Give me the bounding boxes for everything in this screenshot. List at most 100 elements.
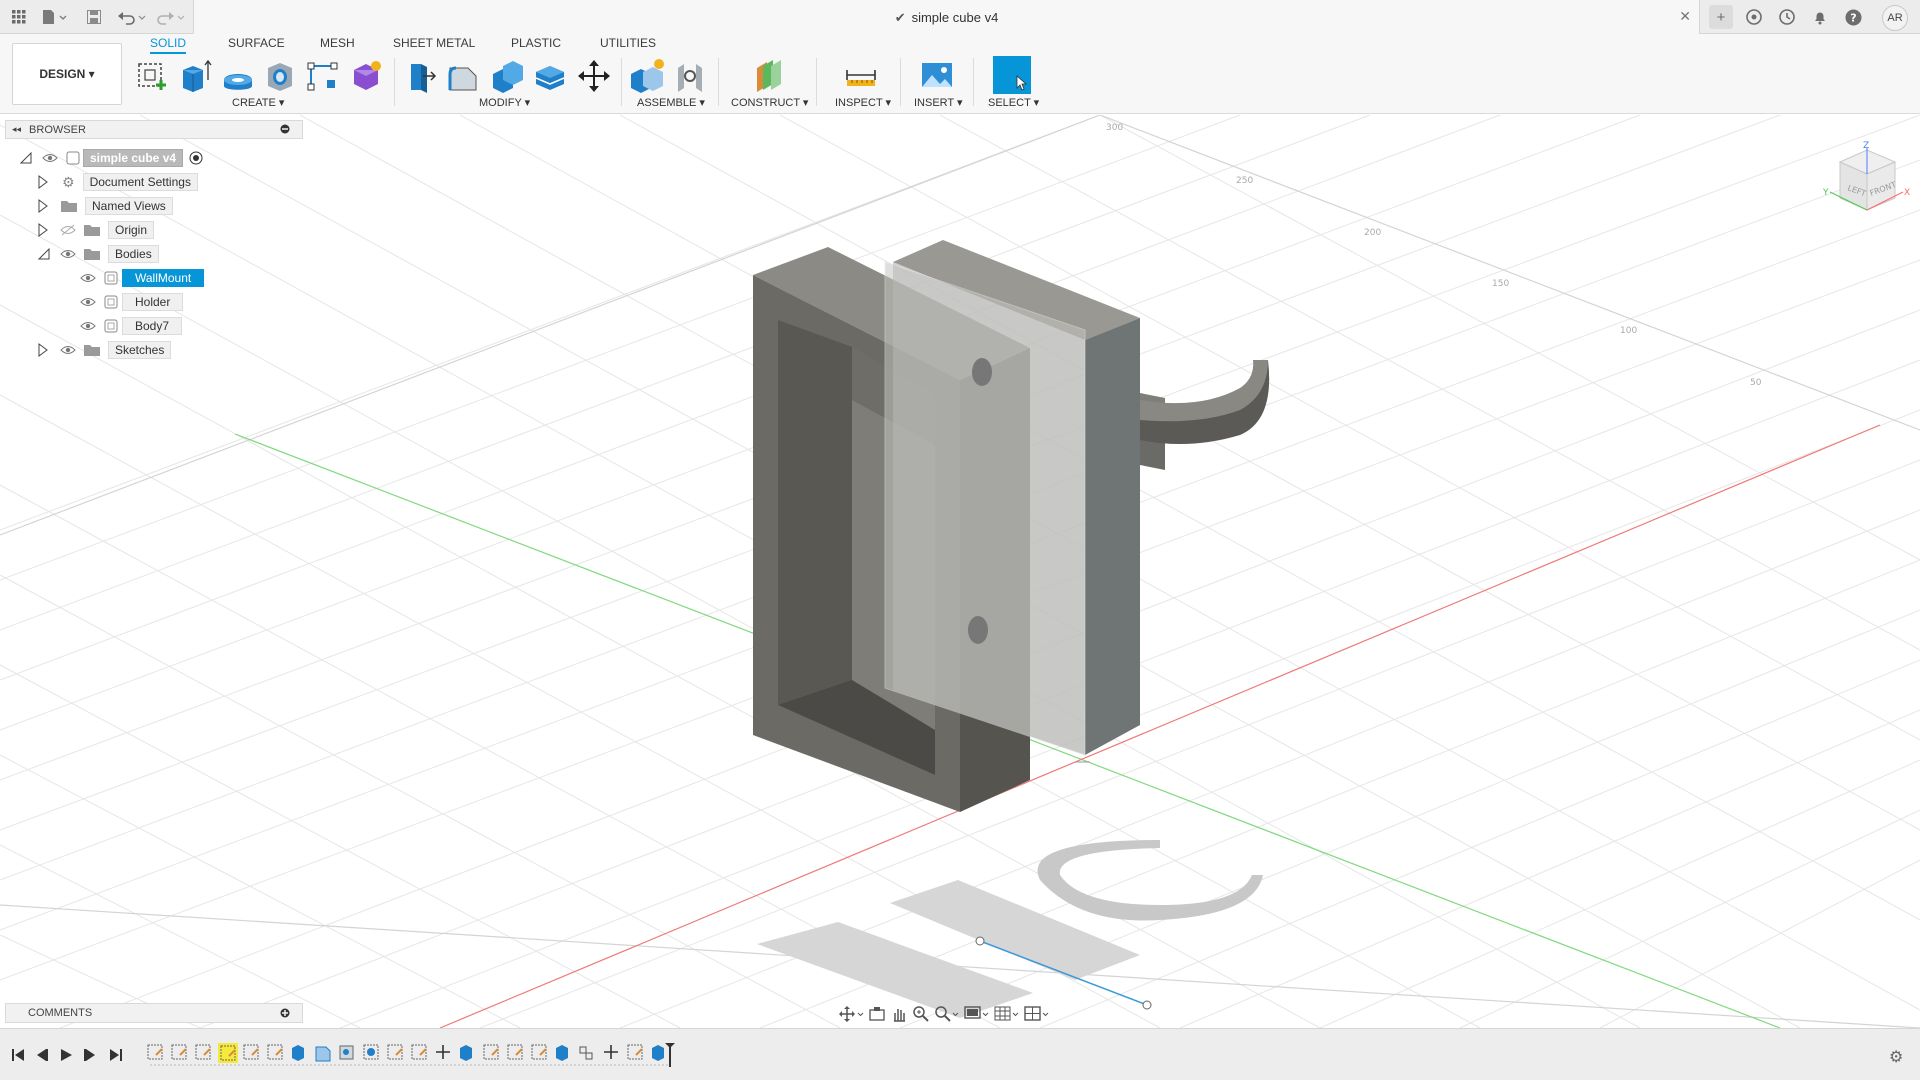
tab-solid[interactable]: SOLID bbox=[150, 34, 187, 54]
shell-icon[interactable] bbox=[532, 58, 568, 94]
go-to-end-icon[interactable] bbox=[108, 1047, 124, 1063]
timeline-settings-gear-icon[interactable]: ⚙ bbox=[1889, 1047, 1903, 1067]
tab-utilities[interactable]: UTILITIES bbox=[600, 34, 656, 54]
measure-icon[interactable] bbox=[843, 58, 879, 94]
collapsed-triangle-icon[interactable] bbox=[38, 343, 48, 357]
add-comment-icon[interactable] bbox=[280, 1008, 290, 1021]
select-tool-icon[interactable] bbox=[993, 56, 1031, 94]
step-forward-icon[interactable] bbox=[82, 1047, 98, 1063]
go-to-start-icon[interactable] bbox=[10, 1047, 26, 1063]
zoom-icon[interactable] bbox=[912, 1005, 930, 1023]
eye-icon[interactable] bbox=[80, 272, 96, 284]
tree-item-wallmount[interactable]: WallMount bbox=[80, 268, 205, 288]
tree-item-bodies[interactable]: Bodies bbox=[38, 244, 159, 264]
extrude-icon[interactable] bbox=[177, 58, 213, 94]
step-back-icon[interactable] bbox=[34, 1047, 50, 1063]
collapse-panel-icon[interactable]: ◂◂ bbox=[12, 124, 21, 135]
create-sketch-icon[interactable] bbox=[135, 58, 171, 94]
eye-icon[interactable] bbox=[60, 344, 76, 356]
transparent-plate[interactable] bbox=[884, 261, 1086, 756]
revolve-icon[interactable] bbox=[220, 58, 256, 94]
sketch-point[interactable] bbox=[1142, 1000, 1152, 1010]
new-tab-icon[interactable]: + bbox=[1709, 5, 1733, 29]
expanded-triangle-icon[interactable] bbox=[38, 248, 50, 260]
create-form-icon[interactable] bbox=[348, 58, 384, 94]
combine-icon[interactable] bbox=[489, 58, 525, 94]
panel-options-icon[interactable] bbox=[280, 124, 290, 137]
viewports-icon[interactable] bbox=[1024, 1005, 1050, 1023]
tree-item-named-views[interactable]: Named Views bbox=[38, 196, 173, 216]
file-menu-icon[interactable] bbox=[40, 5, 70, 29]
timeline-marker-handle[interactable] bbox=[665, 1043, 675, 1048]
tree-item-holder[interactable]: Holder bbox=[80, 292, 184, 312]
timeline-features[interactable] bbox=[146, 1043, 676, 1067]
extensions-icon[interactable] bbox=[1742, 5, 1766, 29]
rectangular-pattern-icon[interactable] bbox=[305, 58, 341, 94]
pan-hand-icon[interactable] bbox=[890, 1005, 908, 1023]
group-select-label[interactable]: SELECT ▾ bbox=[988, 96, 1039, 109]
undo-icon[interactable] bbox=[116, 5, 148, 29]
help-icon[interactable]: ? bbox=[1841, 5, 1865, 29]
user-avatar[interactable]: AR bbox=[1882, 5, 1908, 31]
eye-icon[interactable] bbox=[42, 152, 58, 164]
comments-panel[interactable]: COMMENTS bbox=[5, 1003, 303, 1023]
viewcube[interactable]: LEFT FRONT Z X Y bbox=[1805, 140, 1915, 240]
notifications-bell-icon[interactable] bbox=[1808, 5, 1832, 29]
collapsed-triangle-icon[interactable] bbox=[38, 175, 48, 189]
eye-icon[interactable] bbox=[60, 248, 76, 260]
joint-icon[interactable] bbox=[672, 58, 708, 94]
axis-labels: 300 250 200 150 100 50 bbox=[1106, 123, 1762, 388]
fillet-icon[interactable] bbox=[446, 58, 482, 94]
tree-item-document-settings[interactable]: ⚙ Document Settings bbox=[38, 172, 198, 192]
save-icon[interactable] bbox=[84, 5, 104, 29]
group-construct-label[interactable]: CONSTRUCT ▾ bbox=[731, 96, 808, 109]
move-copy-icon[interactable] bbox=[576, 58, 612, 94]
sketch-point[interactable] bbox=[975, 936, 985, 946]
hole-icon[interactable] bbox=[262, 58, 298, 94]
close-tab-icon[interactable]: ✕ bbox=[1679, 8, 1691, 25]
browser-header[interactable]: ◂◂ BROWSER bbox=[5, 120, 303, 139]
group-assemble-label[interactable]: ASSEMBLE ▾ bbox=[637, 96, 705, 109]
grid-settings-icon[interactable] bbox=[994, 1005, 1020, 1023]
eye-icon[interactable] bbox=[80, 320, 96, 332]
tab-mesh[interactable]: MESH bbox=[320, 34, 355, 54]
eye-icon[interactable] bbox=[80, 296, 96, 308]
3d-scene[interactable]: 300 250 200 150 100 50 bbox=[0, 115, 1920, 1028]
group-inspect-label[interactable]: INSPECT ▾ bbox=[835, 96, 891, 109]
document-icon bbox=[66, 151, 80, 165]
fit-zoom-icon[interactable] bbox=[934, 1005, 960, 1023]
play-icon[interactable] bbox=[58, 1047, 74, 1063]
tree-item-body7[interactable]: Body7 bbox=[80, 316, 183, 336]
group-insert-label[interactable]: INSERT ▾ bbox=[914, 96, 963, 109]
tree-root[interactable]: simple cube v4 bbox=[20, 148, 203, 168]
app-grid-icon[interactable] bbox=[8, 5, 30, 29]
redo-icon[interactable] bbox=[154, 5, 186, 29]
collapsed-triangle-icon[interactable] bbox=[38, 223, 48, 237]
expanded-triangle-icon[interactable] bbox=[20, 152, 32, 164]
press-pull-icon[interactable] bbox=[403, 58, 439, 94]
group-create-label[interactable]: CREATE ▾ bbox=[232, 96, 284, 109]
timeline-sketch-feature-icons[interactable] bbox=[147, 1043, 664, 1063]
display-settings-icon[interactable] bbox=[964, 1005, 990, 1023]
navigation-bar bbox=[838, 1002, 1078, 1026]
new-component-icon[interactable] bbox=[629, 58, 665, 94]
group-modify-label[interactable]: MODIFY ▾ bbox=[479, 96, 530, 109]
3d-viewport[interactable]: 300 250 200 150 100 50 LEFT FRONT Z X Y bbox=[0, 115, 1920, 1028]
collapsed-triangle-icon[interactable] bbox=[38, 199, 48, 213]
eye-hidden-icon[interactable] bbox=[60, 224, 76, 236]
tree-item-origin[interactable]: Origin bbox=[38, 220, 155, 240]
body7-hook[interactable] bbox=[1140, 360, 1270, 470]
tab-plastic[interactable]: PLASTIC bbox=[511, 34, 561, 54]
insert-image-icon[interactable] bbox=[919, 58, 955, 94]
look-at-icon[interactable] bbox=[868, 1005, 886, 1023]
tree-root-label[interactable]: simple cube v4 bbox=[83, 149, 184, 167]
offset-plane-icon[interactable] bbox=[751, 58, 787, 94]
activate-component-icon[interactable] bbox=[189, 151, 203, 165]
document-tab[interactable]: ✔ simple cube v4 ✕ bbox=[193, 0, 1700, 35]
tree-item-sketches[interactable]: Sketches bbox=[38, 340, 172, 360]
workspace-switcher-button[interactable]: DESIGN ▾ bbox=[12, 43, 122, 105]
job-status-icon[interactable] bbox=[1775, 5, 1799, 29]
orbit-icon[interactable] bbox=[838, 1005, 864, 1023]
tab-surface[interactable]: SURFACE bbox=[228, 34, 285, 54]
tab-sheet-metal[interactable]: SHEET METAL bbox=[393, 34, 475, 54]
